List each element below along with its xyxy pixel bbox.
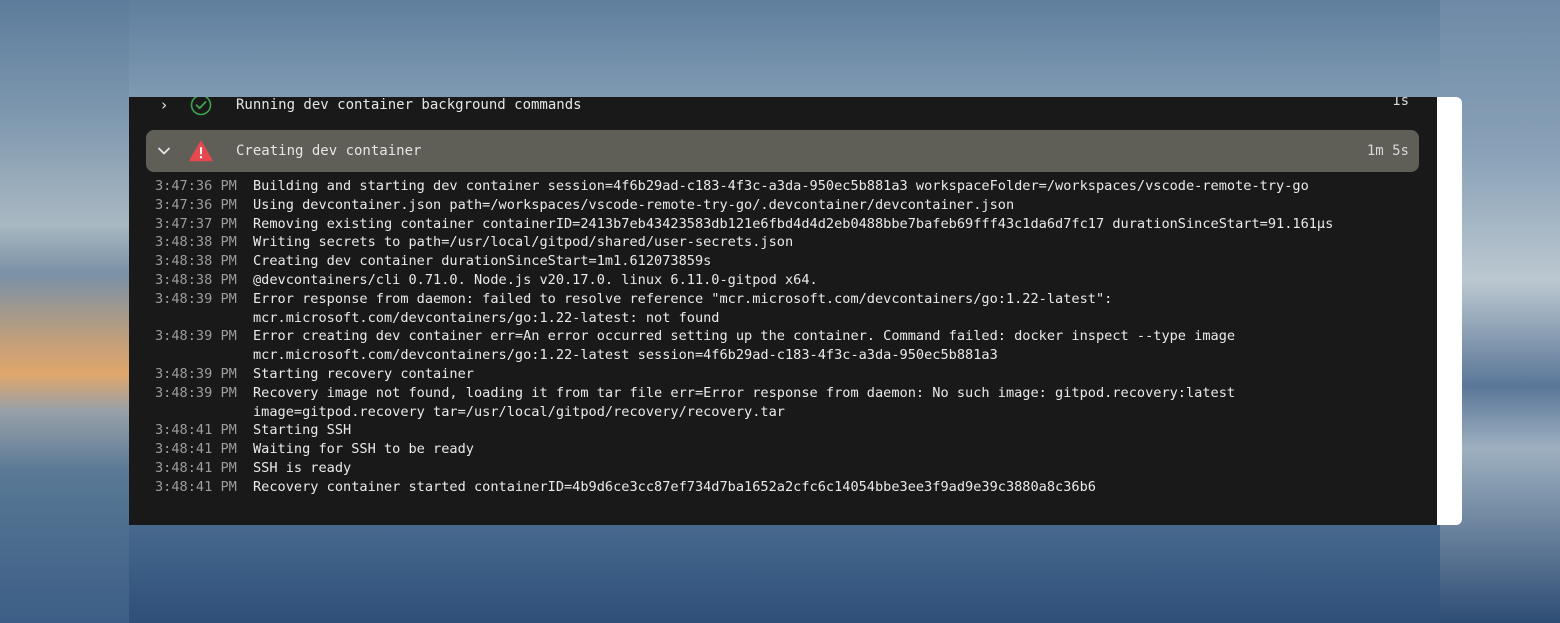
log-line: 3:48:41 PM Recovery container started con… bbox=[155, 478, 1437, 497]
desktop-wallpaper-left bbox=[0, 0, 129, 623]
log-message: mcr.microsoft.com/devcontainers/go:1.22-… bbox=[253, 347, 998, 364]
terminal-output[interactable]: › Running dev container background comma… bbox=[129, 97, 1437, 525]
log-message: mcr.microsoft.com/devcontainers/go:1.22-… bbox=[253, 309, 720, 326]
log-line: 3:47:36 PM Using devcontainer.json path=/… bbox=[155, 196, 1437, 215]
log-timestamp: 3:47:37 PM bbox=[155, 215, 237, 232]
log-message: Recovery container started containerID=4… bbox=[253, 478, 1096, 495]
log-message: Error creating dev container err=An erro… bbox=[253, 328, 1236, 345]
log-message: @devcontainers/cli 0.71.0. Node.js v20.1… bbox=[253, 271, 818, 288]
log-timestamp: 3:48:38 PM bbox=[155, 271, 237, 288]
log-timestamp: 3:48:38 PM bbox=[155, 253, 237, 270]
chevron-down-icon[interactable] bbox=[146, 142, 182, 160]
log-line: 3:47:36 PM Building and starting dev cont… bbox=[155, 177, 1437, 196]
log-message: Writing secrets to path=/usr/local/gitpo… bbox=[253, 234, 794, 251]
step-running-background-commands[interactable]: › Running dev container background comma… bbox=[146, 97, 1419, 116]
log-line: 3:48:38 PM @devcontainers/cli 0.71.0. Nod… bbox=[155, 271, 1437, 290]
log-line: 3:48:39 PM Recovery image not found, load… bbox=[155, 384, 1437, 403]
success-check-icon bbox=[182, 97, 220, 116]
log-timestamp: 3:48:41 PM bbox=[155, 422, 237, 439]
log-message: Error response from daemon: failed to re… bbox=[253, 290, 1113, 307]
log-message: image=gitpod.recovery tar=/usr/local/git… bbox=[253, 403, 785, 420]
log-line: mcr.microsoft.com/devcontainers/go:1.22-… bbox=[155, 309, 1437, 328]
log-timestamp: 3:48:41 PM bbox=[155, 459, 237, 476]
log-line: image=gitpod.recovery tar=/usr/local/git… bbox=[155, 403, 1437, 422]
log-timestamp: 3:48:39 PM bbox=[155, 365, 237, 382]
log-timestamp: 3:48:39 PM bbox=[155, 290, 237, 307]
step-label: Creating dev container bbox=[236, 143, 422, 159]
log-line: 3:48:38 PM Writing secrets to path=/usr/l… bbox=[155, 233, 1437, 252]
log-message: SSH is ready bbox=[253, 459, 352, 476]
log-timestamp: 3:47:36 PM bbox=[155, 178, 237, 194]
step-creating-dev-container[interactable]: Creating dev container 1m 5s bbox=[146, 130, 1419, 172]
log-timestamp bbox=[155, 346, 253, 365]
step-duration: 1m 5s bbox=[1366, 143, 1409, 159]
chevron-right-icon[interactable]: › bbox=[146, 97, 182, 114]
build-log-panel: › Running dev container background comma… bbox=[129, 97, 1462, 525]
log-message: Using devcontainer.json path=/workspaces… bbox=[253, 196, 1015, 213]
log-message: Removing existing container containerID=… bbox=[253, 215, 1334, 232]
log-line: 3:48:41 PM Waiting for SSH to be ready bbox=[155, 440, 1437, 459]
log-line: 3:48:39 PM Error creating dev container e… bbox=[155, 327, 1437, 346]
log-line: 3:48:39 PM Error response from daemon: fa… bbox=[155, 290, 1437, 309]
log-line: 3:48:41 PM Starting SSH bbox=[155, 421, 1437, 440]
log-line: 3:48:38 PM Creating dev container duratio… bbox=[155, 252, 1437, 271]
log-message: Waiting for SSH to be ready bbox=[253, 441, 474, 458]
log-timestamp: 3:48:39 PM bbox=[155, 328, 237, 345]
log-message: Starting SSH bbox=[253, 422, 352, 439]
log-output: 3:47:36 PM Building and starting dev cont… bbox=[155, 177, 1437, 497]
step-duration: 1s bbox=[1392, 97, 1409, 109]
step-label: Running dev container background command… bbox=[236, 97, 582, 113]
log-line: 3:48:39 PM Starting recovery container bbox=[155, 365, 1437, 384]
warning-triangle-icon bbox=[182, 140, 220, 162]
log-line: 3:47:37 PM Removing existing container co… bbox=[155, 215, 1437, 234]
log-line: mcr.microsoft.com/devcontainers/go:1.22-… bbox=[155, 346, 1437, 365]
log-message: Building and starting dev container sess… bbox=[253, 178, 1309, 194]
log-timestamp: 3:47:36 PM bbox=[155, 196, 237, 213]
log-message: Starting recovery container bbox=[253, 365, 474, 382]
log-message: Creating dev container durationSinceStar… bbox=[253, 253, 712, 270]
log-timestamp: 3:48:41 PM bbox=[155, 478, 237, 495]
log-timestamp: 3:48:41 PM bbox=[155, 441, 237, 458]
log-timestamp bbox=[155, 403, 253, 422]
log-timestamp: 3:48:38 PM bbox=[155, 234, 237, 251]
log-line: 3:48:41 PM SSH is ready bbox=[155, 459, 1437, 478]
log-message: Recovery image not found, loading it fro… bbox=[253, 384, 1236, 401]
log-timestamp bbox=[155, 309, 253, 328]
log-timestamp: 3:48:39 PM bbox=[155, 384, 237, 401]
